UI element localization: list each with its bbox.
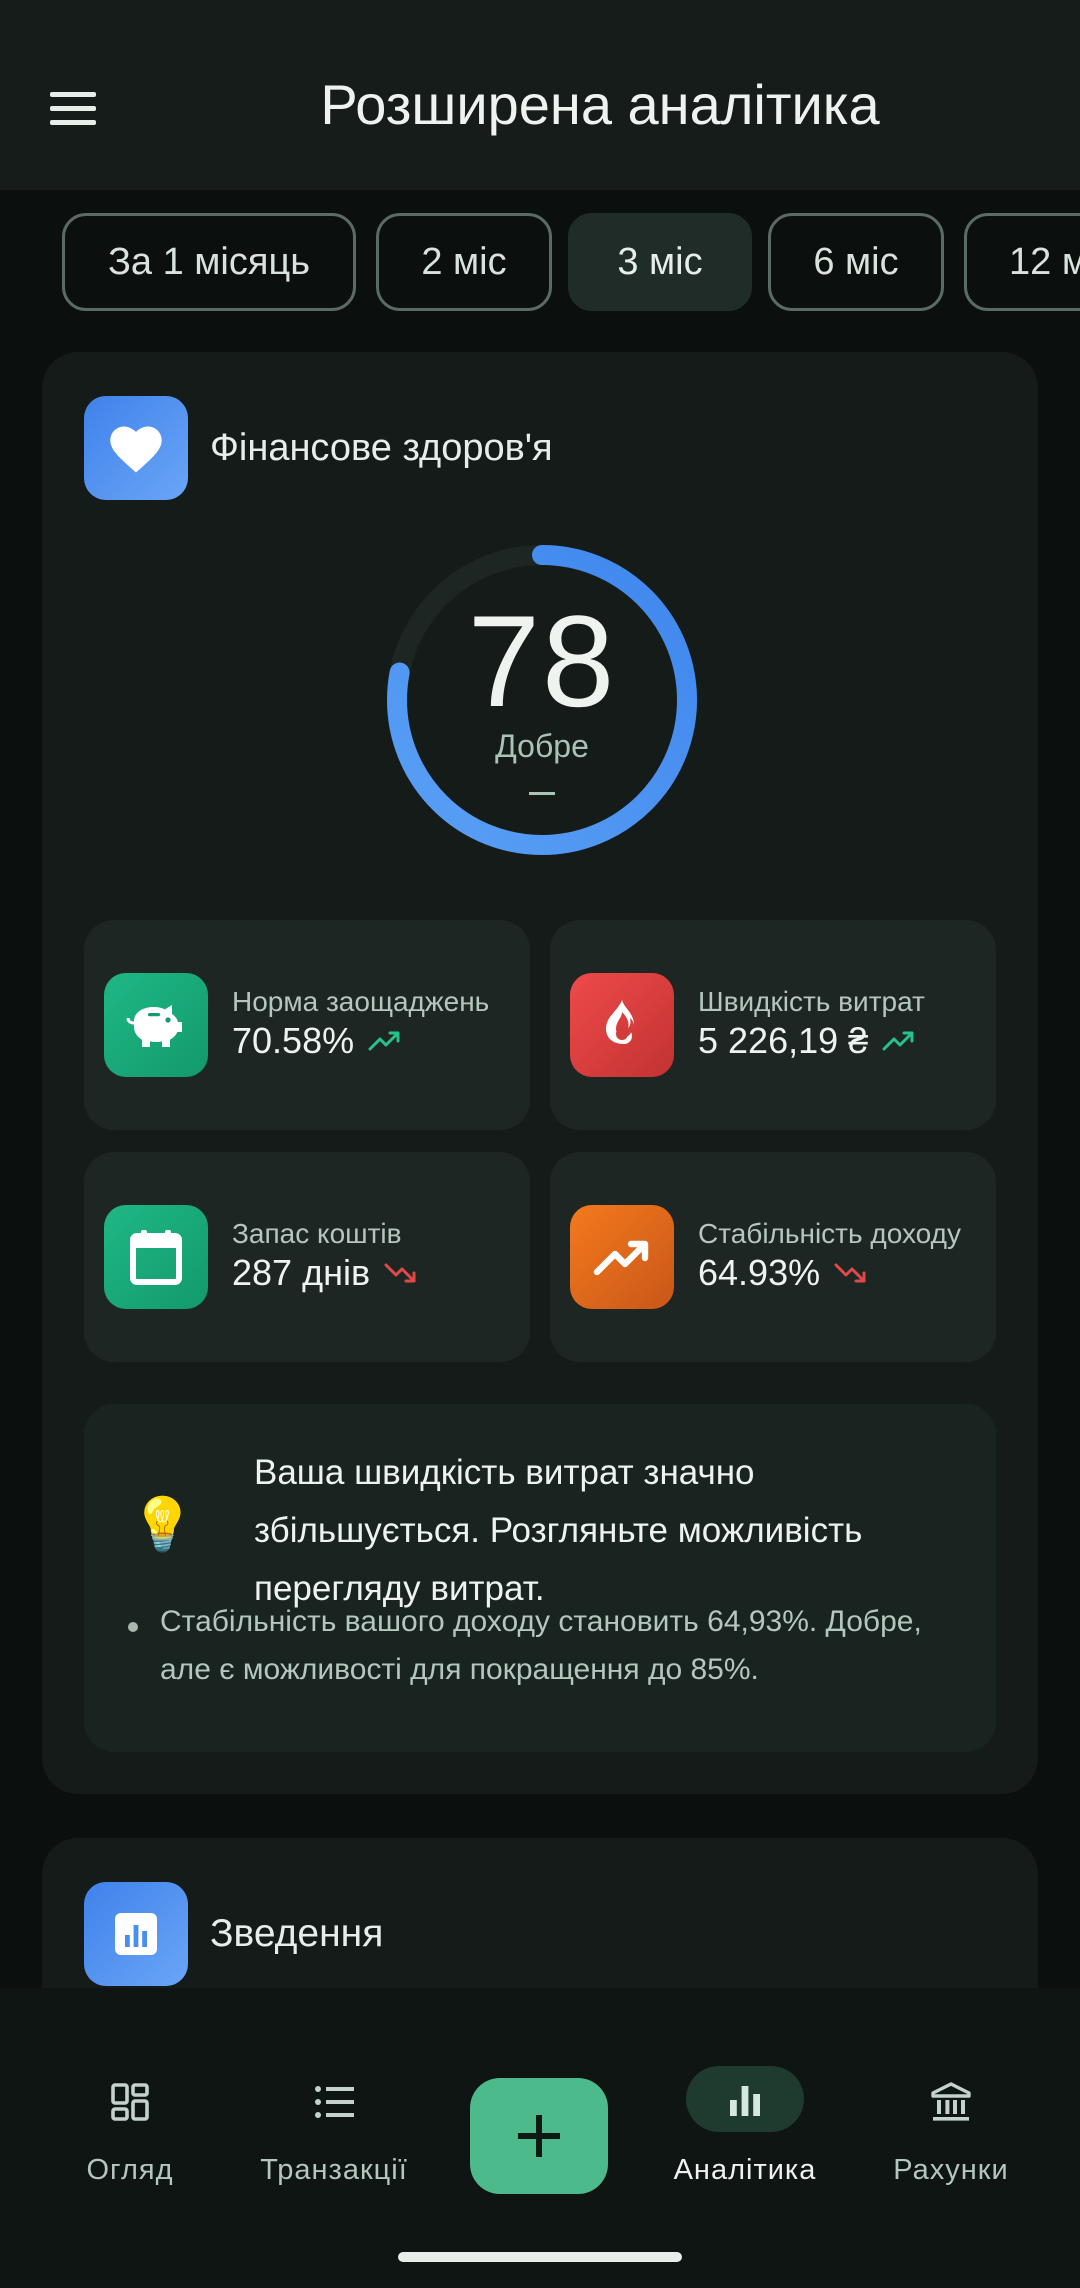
top-app-bar: Розширена аналітика — [0, 0, 1080, 190]
summary-title: Зведення — [210, 1912, 384, 1955]
trend-up-icon — [368, 1031, 400, 1051]
trending-up-icon — [570, 1205, 674, 1309]
trend-down-icon — [384, 1263, 416, 1283]
insight-main-text: Ваша швидкість витрат значно збільшуєтьс… — [254, 1453, 863, 1608]
home-indicator[interactable] — [398, 2252, 682, 2262]
nav-active-indicator — [645, 2066, 845, 2132]
plus-icon — [518, 2115, 560, 2157]
health-score-value: 78 — [467, 588, 617, 734]
nav-item-overview[interactable]: Огляд — [30, 2074, 230, 2204]
page-title: Розширена аналітика — [320, 73, 880, 136]
app-root: Розширена аналітика За 1 місяць 2 міс 3 … — [0, 0, 1080, 2288]
analytics-icon — [84, 1882, 188, 1986]
financial-health-card: Фінансове здоров'я 78 Добре Норма заощад… — [42, 352, 1038, 1794]
trend-up-icon — [882, 1031, 914, 1051]
nav-item-accounts[interactable]: Рахунки — [851, 2074, 1051, 2204]
nav-label: Транзакції — [260, 2154, 408, 2186]
period-chip-3-months[interactable]: 3 міс — [568, 213, 752, 311]
metric-income-stability[interactable]: Стабільність доходу 64.93% — [550, 1152, 996, 1362]
period-selector: За 1 місяць 2 міс 3 міс 6 міс 12 міс — [0, 210, 1080, 316]
calendar-icon — [104, 1205, 208, 1309]
financial-health-title: Фінансове здоров'я — [210, 426, 553, 469]
heart-icon — [84, 396, 188, 500]
health-score-ring: 78 Добре — [382, 540, 702, 860]
period-chip-6-months[interactable]: 6 міс — [768, 213, 944, 311]
summary-header: Зведення — [84, 1882, 383, 1986]
bar-chart-icon — [686, 2066, 804, 2132]
metric-value: 70.58% — [232, 1020, 355, 1061]
period-chip-12-months[interactable]: 12 міс — [964, 213, 1080, 311]
metric-label: Норма заощаджень — [232, 986, 490, 1017]
nav-label: Аналітика — [673, 2154, 817, 2186]
metric-spending-speed[interactable]: Швидкість витрат 5 226,19 ₴ — [550, 920, 996, 1130]
menu-icon[interactable] — [40, 78, 108, 138]
health-score-label: Добре — [495, 728, 589, 764]
nav-label: Рахунки — [893, 2154, 1009, 2186]
nav-label: Огляд — [86, 2154, 174, 2186]
metric-value: 287 днів — [232, 1252, 371, 1293]
metric-cash-reserve[interactable]: Запас коштів 287 днів — [84, 1152, 530, 1362]
bank-icon — [851, 2074, 1051, 2130]
add-transaction-button[interactable] — [470, 2078, 608, 2194]
metric-label: Стабільність доходу — [698, 1218, 961, 1249]
nav-item-analytics[interactable]: Аналітика — [645, 2066, 845, 2204]
list-icon — [234, 2074, 434, 2130]
insight-secondary-text: Стабільність вашого доходу становить 64,… — [160, 1605, 922, 1686]
lightbulb-icon: 💡 — [130, 1496, 195, 1554]
metric-label: Запас коштів — [232, 1218, 402, 1249]
insight-box: 💡 Ваша швидкість витрат значно збільшуєт… — [84, 1404, 996, 1752]
metric-label: Швидкість витрат — [698, 986, 925, 1017]
health-score-trend — [529, 792, 555, 795]
metric-value: 64.93% — [698, 1252, 821, 1293]
trend-down-icon — [834, 1263, 866, 1283]
metric-value: 5 226,19 ₴ — [698, 1020, 869, 1061]
metric-savings-rate[interactable]: Норма заощаджень 70.58% — [84, 920, 530, 1130]
dashboard-icon — [30, 2074, 230, 2130]
flame-icon — [570, 973, 674, 1077]
bullet-icon — [128, 1622, 138, 1632]
piggy-bank-icon — [104, 973, 208, 1077]
period-chip-2-months[interactable]: 2 міс — [376, 213, 552, 311]
period-chip-1-month[interactable]: За 1 місяць — [62, 213, 356, 311]
financial-health-header: Фінансове здоров'я — [84, 396, 553, 500]
nav-item-transactions[interactable]: Транзакції — [234, 2074, 434, 2204]
